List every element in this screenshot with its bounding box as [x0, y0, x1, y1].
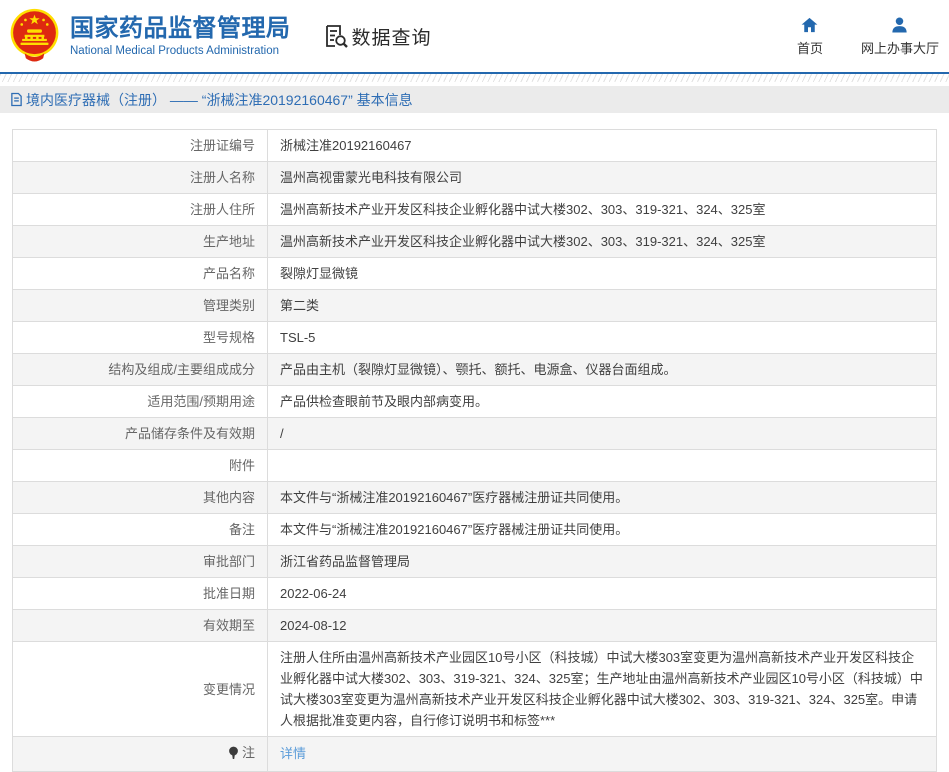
user-icon: [890, 16, 909, 34]
table-row: 备注 本文件与“浙械注准20192160467”医疗器械注册证共同使用。: [13, 514, 937, 546]
breadcrumb: 境内医疗器械（注册） —— “浙械注准20192160467” 基本信息: [0, 86, 949, 113]
national-emblem-icon: [8, 8, 61, 64]
detail-link[interactable]: 详情: [280, 746, 306, 761]
row-label: 有效期至: [203, 615, 255, 636]
row-value: TSL-5: [268, 322, 937, 354]
table-row: 附件: [13, 450, 937, 482]
row-value: 温州高新技术产业开发区科技企业孵化器中试大楼302、303、319-321、32…: [268, 226, 937, 258]
table-row: 注册证编号 浙械注准20192160467: [13, 130, 937, 162]
row-value: 详情: [268, 737, 937, 772]
table-row: 其他内容 本文件与“浙械注准20192160467”医疗器械注册证共同使用。: [13, 482, 937, 514]
row-label: 其他内容: [203, 487, 255, 508]
row-value: 2022-06-24: [268, 578, 937, 610]
note-icon: [228, 746, 239, 760]
table-row: 注册人住所 温州高新技术产业开发区科技企业孵化器中试大楼302、303、319-…: [13, 194, 937, 226]
row-label: 生产地址: [203, 231, 255, 252]
table-row: 注 详情: [13, 737, 937, 772]
row-value: 本文件与“浙械注准20192160467”医疗器械注册证共同使用。: [268, 514, 937, 546]
row-value: [268, 450, 937, 482]
row-label: 注册人住所: [190, 199, 255, 220]
row-label: 产品名称: [203, 263, 255, 284]
org-name: 国家药品监督管理局: [70, 15, 291, 43]
row-label: 附件: [229, 455, 255, 476]
table-row: 审批部门 浙江省药品监督管理局: [13, 546, 937, 578]
info-table-body: 注册证编号 浙械注准20192160467 注册人名称 温州高视雷蒙光电科技有限…: [13, 130, 937, 772]
row-value: 温州高视雷蒙光电科技有限公司: [268, 162, 937, 194]
row-label: 备注: [229, 519, 255, 540]
row-label: 适用范围/预期用途: [147, 391, 255, 412]
document-icon: [10, 92, 23, 107]
table-row: 产品储存条件及有效期 /: [13, 418, 937, 450]
row-value: 产品供检查眼前节及眼内部病变用。: [268, 386, 937, 418]
table-row: 变更情况 注册人住所由温州高新技术产业园区10号小区（科技城）中试大楼303室变…: [13, 642, 937, 737]
site-header: 国家药品监督管理局 National Medical Products Admi…: [0, 0, 949, 72]
row-label: 结构及组成/主要组成成分: [108, 359, 255, 380]
row-value: 2024-08-12: [268, 610, 937, 642]
row-value: /: [268, 418, 937, 450]
nav-item-home[interactable]: 首页: [797, 16, 823, 57]
table-row: 产品名称 裂隙灯显微镜: [13, 258, 937, 290]
table-row: 适用范围/预期用途 产品供检查眼前节及眼内部病变用。: [13, 386, 937, 418]
table-row: 结构及组成/主要组成成分 产品由主机（裂隙灯显微镜）、颚托、额托、电源盒、仪器台…: [13, 354, 937, 386]
row-value: 裂隙灯显微镜: [268, 258, 937, 290]
table-row: 有效期至 2024-08-12: [13, 610, 937, 642]
row-label: 注: [242, 742, 255, 763]
data-query-label: 数据查询: [352, 23, 432, 50]
data-query-button[interactable]: 数据查询: [323, 23, 432, 50]
registration-info-table: 注册证编号 浙械注准20192160467 注册人名称 温州高视雷蒙光电科技有限…: [12, 129, 937, 772]
table-row: 管理类别 第二类: [13, 290, 937, 322]
row-value: 本文件与“浙械注准20192160467”医疗器械注册证共同使用。: [268, 482, 937, 514]
table-row: 注册人名称 温州高视雷蒙光电科技有限公司: [13, 162, 937, 194]
header-nav: 首页 网上办事大厅: [797, 16, 939, 57]
row-value: 浙江省药品监督管理局: [268, 546, 937, 578]
nav-item-service-hall[interactable]: 网上办事大厅: [861, 16, 939, 57]
nav-label-service-hall: 网上办事大厅: [861, 38, 939, 57]
site-logo: 国家药品监督管理局 National Medical Products Admi…: [8, 8, 291, 64]
row-label: 产品储存条件及有效期: [125, 423, 255, 444]
row-value: 温州高新技术产业开发区科技企业孵化器中试大楼302、303、319-321、32…: [268, 194, 937, 226]
row-value: 产品由主机（裂隙灯显微镜）、颚托、额托、电源盒、仪器台面组成。: [268, 354, 937, 386]
row-value: 第二类: [268, 290, 937, 322]
table-row: 批准日期 2022-06-24: [13, 578, 937, 610]
document-search-icon: [323, 23, 349, 49]
table-row: 型号规格 TSL-5: [13, 322, 937, 354]
row-value: 浙械注准20192160467: [268, 130, 937, 162]
table-row: 生产地址 温州高新技术产业开发区科技企业孵化器中试大楼302、303、319-3…: [13, 226, 937, 258]
row-label: 注册人名称: [190, 167, 255, 188]
hatch-strip: [0, 74, 949, 82]
nav-label-home: 首页: [797, 38, 823, 57]
breadcrumb-text: 境内医疗器械（注册） —— “浙械注准20192160467” 基本信息: [26, 90, 413, 110]
row-label: 批准日期: [203, 583, 255, 604]
row-label: 变更情况: [203, 679, 255, 700]
org-name-en: National Medical Products Administration: [70, 45, 291, 57]
row-label: 审批部门: [203, 551, 255, 572]
row-label: 型号规格: [203, 327, 255, 348]
row-label: 管理类别: [203, 295, 255, 316]
home-icon: [800, 16, 819, 34]
row-value: 注册人住所由温州高新技术产业园区10号小区（科技城）中试大楼303室变更为温州高…: [268, 642, 937, 737]
row-label: 注册证编号: [190, 135, 255, 156]
